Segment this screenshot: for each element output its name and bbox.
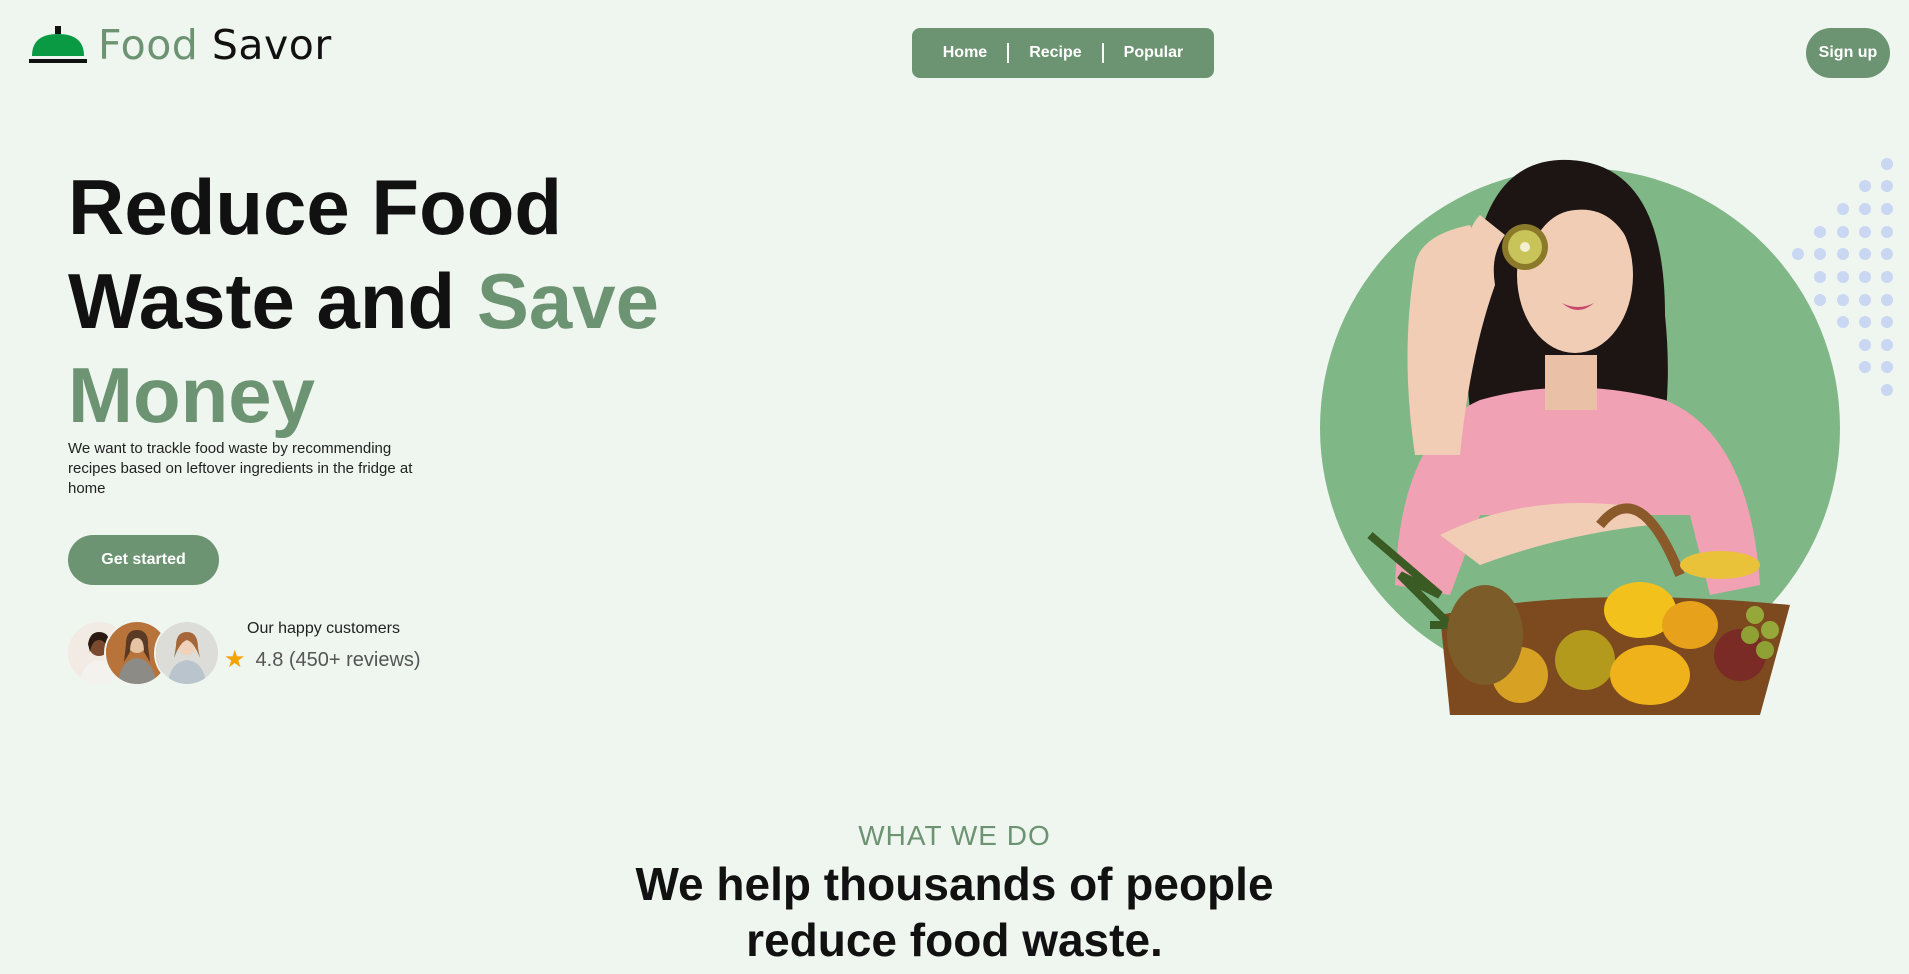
customers-label: Our happy customers bbox=[247, 620, 400, 637]
hero-description: We want to trackle food waste by recomme… bbox=[68, 440, 413, 497]
hero-headline: Reduce Food Waste and Save Money bbox=[68, 160, 659, 442]
brand-name-part1: Food bbox=[98, 20, 199, 69]
section-kicker: WHAT WE DO bbox=[858, 820, 1051, 851]
nav-divider bbox=[1007, 43, 1010, 63]
nav-item-recipe[interactable]: Recipe bbox=[1029, 44, 1081, 62]
hero-image bbox=[1320, 159, 1840, 715]
cloche-icon bbox=[29, 26, 87, 63]
headline-line-1: Reduce Food bbox=[68, 163, 563, 251]
star-icon: ★ bbox=[224, 646, 246, 673]
headline-line-2: Waste and Save bbox=[68, 254, 659, 348]
customer-avatars bbox=[66, 620, 220, 686]
brand-logo[interactable]: Food Savor bbox=[28, 24, 332, 66]
brand-name: Food Savor bbox=[98, 24, 332, 66]
decorative-dots bbox=[1792, 158, 1893, 396]
nav-item-popular[interactable]: Popular bbox=[1124, 44, 1184, 62]
avatar bbox=[154, 620, 220, 686]
rating-text: 4.8 (450+ reviews) bbox=[255, 648, 421, 671]
section-title: We help thousands of people reduce food … bbox=[0, 856, 1909, 968]
brand-name-part2: Savor bbox=[211, 20, 332, 69]
signup-button[interactable]: Sign up bbox=[1806, 28, 1890, 78]
nav-item-home[interactable]: Home bbox=[943, 44, 987, 62]
section-title-line-1: We help thousands of people bbox=[635, 858, 1274, 910]
headline-accent-save: Save bbox=[476, 257, 660, 345]
get-started-button[interactable]: Get started bbox=[68, 535, 219, 585]
headline-line-3: Money bbox=[68, 351, 316, 439]
nav-divider bbox=[1101, 43, 1104, 63]
headline-line-2-text: Waste and bbox=[68, 257, 477, 345]
customer-rating: ★ 4.8 (450+ reviews) bbox=[224, 648, 421, 672]
main-nav: Home Recipe Popular bbox=[912, 28, 1214, 78]
section-title-line-2: reduce food waste. bbox=[746, 914, 1163, 966]
